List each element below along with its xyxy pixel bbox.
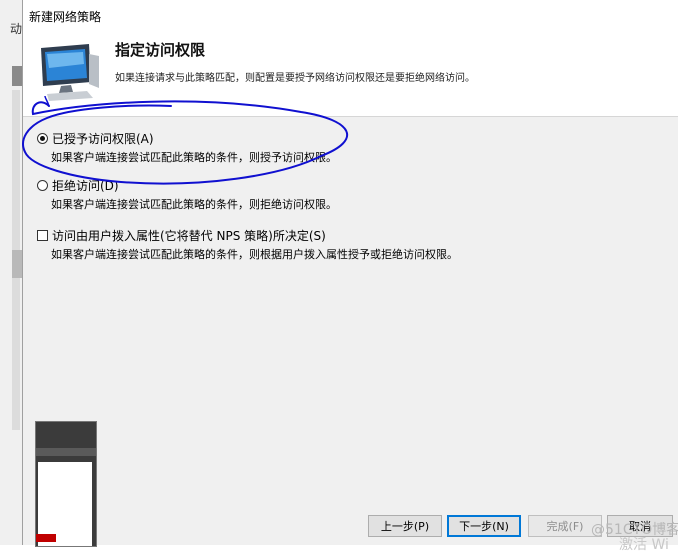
thumbnail-red-mark	[36, 534, 56, 542]
finish-button[interactable]: 完成(F)	[528, 515, 602, 537]
grant-access-radio[interactable]	[37, 132, 48, 144]
previous-button[interactable]: 上一步(P)	[368, 515, 442, 537]
deny-access-radio[interactable]	[37, 179, 48, 191]
dialin-properties-checkbox[interactable]	[37, 229, 48, 241]
overlapping-thumbnail	[35, 421, 97, 547]
grant-access-description: 如果客户端连接尝试匹配此策略的条件，则授予访问权限。	[51, 151, 337, 164]
window-title: 新建网络策略	[29, 10, 102, 24]
dialin-properties-description: 如果客户端连接尝试匹配此策略的条件，则根据用户拨入属性授予或拒绝访问权限。	[51, 248, 458, 261]
grant-access-label[interactable]: 已授予访问权限(A)	[52, 130, 154, 147]
page-title: 指定访问权限	[115, 41, 206, 59]
option-grant-access[interactable]: 已授予访问权限(A) 如果客户端连接尝试匹配此策略的条件，则授予访问权限。	[37, 130, 337, 165]
new-network-policy-dialog: 新建网络策略 指定访问权限 如果连接请求与此策略匹配，则配置是要授予网络访问权限…	[22, 0, 678, 553]
next-button[interactable]: 下一步(N)	[447, 515, 521, 537]
thumbnail-toolbar	[36, 448, 96, 456]
page-description: 如果连接请求与此策略匹配，则配置是要授予网络访问权限还是要拒绝网络访问。	[115, 73, 475, 84]
background-window-scroll	[12, 250, 22, 278]
cancel-button[interactable]: 取消	[607, 515, 673, 537]
dialin-properties-label[interactable]: 访问由用户拨入属性(它将替代 NPS 策略)所决定(S)	[52, 227, 326, 244]
title-bar[interactable]: 新建网络策略	[23, 0, 678, 30]
monitor-icon	[41, 44, 99, 101]
deny-access-label[interactable]: 拒绝访问(D)	[52, 177, 119, 194]
option-deny-access[interactable]: 拒绝访问(D) 如果客户端连接尝试匹配此策略的条件，则拒绝访问权限。	[37, 177, 337, 212]
background-window-edge	[12, 66, 22, 86]
wizard-header: 指定访问权限 如果连接请求与此策略匹配，则配置是要授予网络访问权限还是要拒绝网络…	[23, 30, 678, 117]
activate-windows-watermark: 激活 Wi	[619, 537, 669, 553]
deny-access-description: 如果客户端连接尝试匹配此策略的条件，则拒绝访问权限。	[51, 198, 337, 211]
background-window: 动	[0, 0, 22, 545]
option-dialin-properties[interactable]: 访问由用户拨入属性(它将替代 NPS 策略)所决定(S) 如果客户端连接尝试匹配…	[37, 227, 458, 262]
background-window-label: 动	[10, 22, 23, 36]
